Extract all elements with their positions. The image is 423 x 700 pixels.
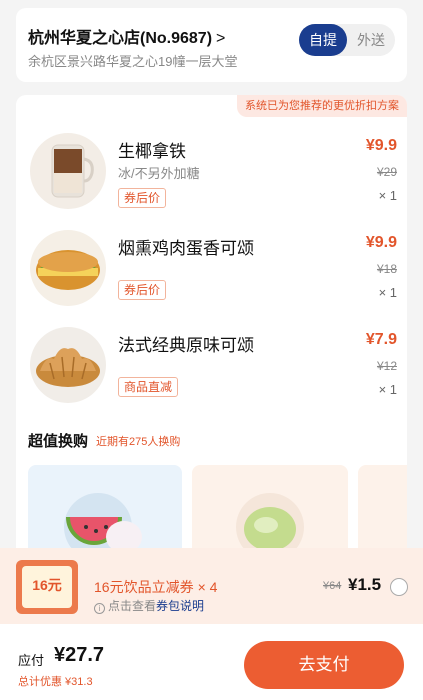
- upgrade-subtitle: 近期有275人换购: [96, 436, 181, 448]
- upgrade-title: 超值换购: [28, 433, 89, 450]
- coupon-price: ¥1.5: [348, 575, 382, 594]
- store-address: 余杭区景兴路华夏之心19幢一层大堂: [28, 54, 238, 69]
- coupon-bar[interactable]: 16元 16元饮品立减券 × 4 i 点击查看券包说明 ¥64 ¥1.5: [0, 548, 423, 624]
- item-price: ¥9.9: [365, 137, 397, 154]
- order-item: 生椰拿铁 冰/不另外加糖 券后价 ¥9.9 ¥29 × 1: [16, 133, 407, 229]
- item-quantity: × 1: [378, 285, 397, 300]
- chicken-egg-croissant-image: [30, 230, 106, 306]
- item-quantity: × 1: [378, 188, 397, 203]
- item-quantity: × 1: [378, 382, 397, 397]
- delivery-tab[interactable]: 外送: [347, 24, 395, 56]
- order-item: 烟熏鸡肉蛋香可颂 券后价 ¥9.9 ¥18 × 1: [16, 230, 407, 326]
- item-name: 生椰拿铁: [118, 142, 186, 161]
- item-original-price: ¥12: [376, 359, 397, 373]
- checkout-footer: 应付 ¥27.7 总计优惠 ¥31.3 去支付: [0, 624, 423, 700]
- item-badge: 券后价: [118, 188, 167, 208]
- pickup-tab[interactable]: 自提: [299, 24, 347, 56]
- promo-tag: 系统已为您推荐的更优折扣方案: [237, 95, 407, 117]
- coupon-ticket-value: 16元: [22, 566, 72, 608]
- item-original-price: ¥18: [376, 262, 397, 276]
- store-name: 杭州华夏之心店(No.9687): [28, 30, 213, 47]
- coupon-info[interactable]: i 点击查看券包说明: [94, 597, 204, 614]
- iced-coconut-latte-image: [30, 133, 106, 209]
- total-discount: 总计优惠 ¥31.3: [18, 676, 93, 688]
- due-label: 应付: [18, 653, 45, 668]
- item-badge: 商品直减: [118, 377, 179, 397]
- coupon-select-radio[interactable]: [390, 578, 408, 596]
- item-original-price: ¥29: [376, 165, 397, 179]
- info-icon: i: [94, 603, 105, 614]
- chevron-right-icon: >: [216, 30, 226, 47]
- coupon-info-prefix: 点击查看: [108, 599, 157, 613]
- coupon-multiplier: × 4: [197, 579, 218, 595]
- delivery-mode-toggle: 自提 外送: [299, 24, 395, 56]
- order-item: 法式经典原味可颂 商品直减 ¥7.9 ¥12 × 1: [16, 327, 407, 423]
- coupon-info-link[interactable]: 券包说明: [156, 599, 204, 613]
- order-card: 系统已为您推荐的更优折扣方案 生椰拿铁 冰/不另外加糖 券后价 ¥9.9 ¥29…: [16, 95, 407, 565]
- item-name: 法式经典原味可颂: [118, 336, 254, 355]
- coupon-original-price: ¥64: [323, 580, 342, 592]
- pay-button[interactable]: 去支付: [244, 641, 404, 689]
- item-price: ¥9.9: [365, 234, 397, 251]
- coupon-name: 16元饮品立减券: [94, 579, 194, 595]
- item-price: ¥7.9: [365, 331, 397, 348]
- item-badge: 券后价: [118, 280, 167, 300]
- coupon-title: 16元饮品立减券 × 4: [94, 577, 217, 597]
- item-name: 烟熏鸡肉蛋香可颂: [118, 239, 254, 258]
- store-name-link[interactable]: 杭州华夏之心店(No.9687) >: [28, 24, 225, 48]
- coupon-ticket-icon: 16元: [16, 560, 78, 614]
- due-amount: ¥27.7: [54, 644, 105, 666]
- store-card: 杭州华夏之心店(No.9687) > 余杭区景兴路华夏之心19幢一层大堂 自提 外…: [16, 8, 407, 82]
- item-spec: 冰/不另外加糖: [118, 166, 200, 181]
- plain-croissant-image: [30, 327, 106, 403]
